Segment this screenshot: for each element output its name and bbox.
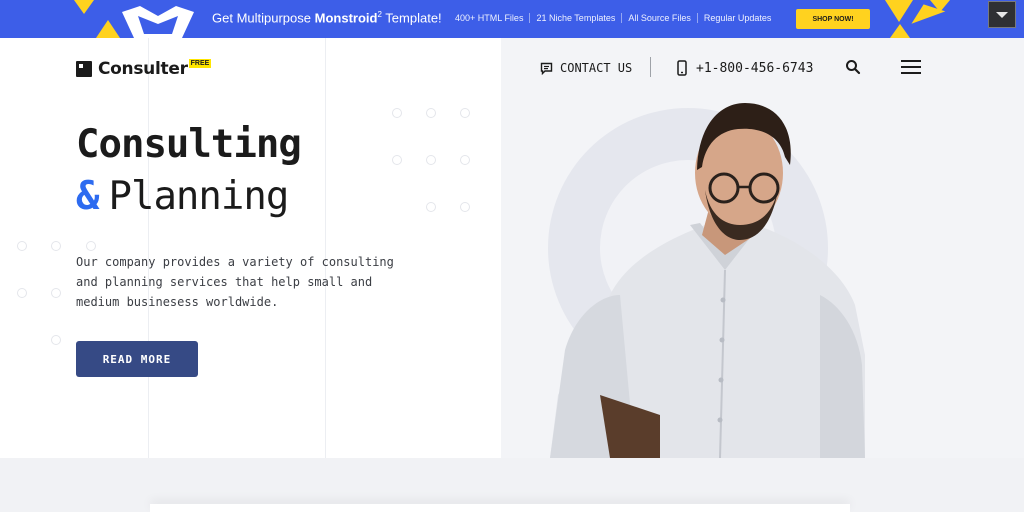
decor-dot bbox=[17, 288, 27, 298]
decor-dot bbox=[392, 108, 402, 118]
search-icon[interactable] bbox=[845, 59, 861, 75]
logo-text: Consulter bbox=[98, 59, 188, 79]
hero-title-line2: & Planning bbox=[76, 174, 289, 219]
hero-title-planning: Planning bbox=[108, 174, 289, 219]
decor-dot bbox=[460, 155, 470, 165]
promo-feature: 21 Niche Templates bbox=[529, 13, 621, 23]
decor-triangle bbox=[890, 24, 910, 38]
decor-dot bbox=[51, 241, 61, 251]
logo-icon bbox=[76, 61, 92, 77]
banner-toggle-button[interactable] bbox=[988, 1, 1016, 28]
chevron-down-icon bbox=[996, 11, 1008, 18]
promo-banner[interactable]: Get Multipurpose Monstroid2 Template! 40… bbox=[0, 0, 1024, 38]
menu-bar bbox=[901, 66, 921, 68]
decor-dot bbox=[426, 155, 436, 165]
phone-number: +1-800-456-6743 bbox=[696, 60, 814, 76]
hero-title-ampersand: & bbox=[76, 174, 100, 219]
promo-feature: 400+ HTML Files bbox=[455, 13, 524, 23]
grid-line bbox=[325, 38, 326, 458]
read-more-button[interactable]: READ MORE bbox=[76, 341, 198, 377]
decor-dot bbox=[51, 335, 61, 345]
decor-triangle bbox=[74, 0, 94, 14]
site-logo[interactable]: Consulter FREE bbox=[76, 59, 212, 79]
promo-feature: Regular Updates bbox=[696, 13, 778, 23]
contact-us-link[interactable]: CONTACT US bbox=[540, 61, 632, 75]
hero-left-panel bbox=[0, 38, 501, 458]
logo-badge: FREE bbox=[188, 59, 212, 68]
contact-us-label: CONTACT US bbox=[560, 61, 633, 75]
monstroid-logo-icon bbox=[122, 6, 194, 38]
decor-triangle bbox=[96, 20, 120, 38]
chat-icon bbox=[540, 62, 553, 75]
hero-title-line1: Consulting bbox=[76, 122, 302, 167]
decor-dot bbox=[426, 108, 436, 118]
hero-description: Our company provides a variety of consul… bbox=[76, 255, 394, 309]
decor-triangle bbox=[930, 0, 950, 12]
next-section-card bbox=[150, 504, 850, 512]
phone-icon bbox=[677, 60, 687, 76]
promo-feature: All Source Files bbox=[621, 13, 697, 23]
nav-divider bbox=[650, 57, 651, 77]
menu-icon[interactable] bbox=[901, 60, 921, 74]
consultant-portrait bbox=[550, 103, 865, 458]
decor-dot bbox=[86, 241, 96, 251]
decor-dot bbox=[460, 108, 470, 118]
decor-dot bbox=[392, 155, 402, 165]
grid-line bbox=[148, 38, 149, 458]
decor-dot bbox=[460, 202, 470, 212]
decor-dot bbox=[426, 202, 436, 212]
phone-link[interactable]: +1-800-456-6743 bbox=[677, 60, 813, 76]
promo-features: 400+ HTML Files 21 Niche Templates All S… bbox=[449, 13, 777, 23]
promo-title[interactable]: Get Multipurpose Monstroid2 Template! bbox=[212, 10, 442, 25]
menu-bar bbox=[901, 72, 921, 74]
decor-dot bbox=[17, 241, 27, 251]
shop-now-button[interactable]: SHOP NOW! bbox=[796, 9, 870, 29]
menu-bar bbox=[901, 60, 921, 62]
decor-dot bbox=[51, 288, 61, 298]
